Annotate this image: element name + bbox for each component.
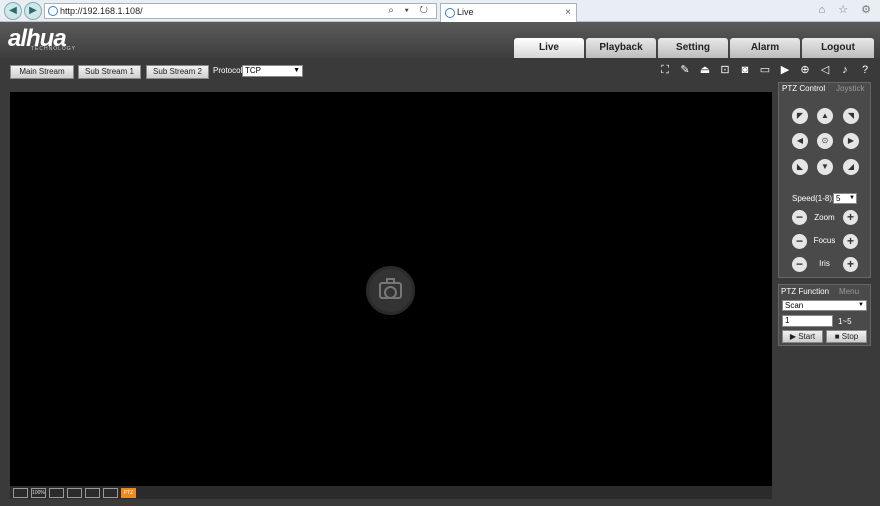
ptz-function-select[interactable]: Scan ▼ (782, 300, 867, 311)
chevron-down-icon: ▼ (293, 67, 300, 74)
tab-joystick[interactable]: Joystick (836, 84, 864, 93)
arrow-up-right-icon[interactable]: ◥ (843, 108, 859, 124)
main-stream-button[interactable]: Main Stream (10, 65, 74, 79)
address-bar[interactable]: http://192.168.1.108/ ⌕ ▾ ↻ (44, 3, 437, 19)
split-screen-icon[interactable] (103, 488, 118, 498)
zoom-plus-button[interactable]: + (843, 210, 858, 225)
tab-logout[interactable]: Logout (802, 38, 874, 58)
forward-icon[interactable]: ▶ (24, 2, 42, 20)
focus-plus-button[interactable]: + (843, 234, 858, 249)
tab-close-icon[interactable]: × (565, 4, 571, 21)
ptz-toggle-icon[interactable]: PTZ (121, 488, 136, 498)
tab-alarm[interactable]: Alarm (730, 38, 800, 58)
tab-setting[interactable]: Setting (658, 38, 728, 58)
protocol-label: Protocol (213, 66, 243, 75)
tab-live[interactable]: Live (514, 38, 584, 58)
arrow-up-left-icon[interactable]: ◤ (792, 108, 808, 124)
stop-button[interactable]: ■ Stop (826, 330, 867, 343)
menu-link[interactable]: Menu (839, 287, 859, 296)
audio-icon[interactable]: ◁ (817, 63, 833, 77)
snapshot-icon[interactable]: ⊡ (717, 63, 733, 77)
browser-bar: ◀ ▶ http://192.168.1.108/ ⌕ ▾ ↻ Live × ⌂… (0, 0, 880, 22)
auto-focus-icon[interactable]: ⊙ (817, 133, 833, 149)
target-icon[interactable]: ⊕ (797, 63, 813, 77)
arrow-right-icon[interactable]: ▶ (843, 133, 859, 149)
chevron-down-icon: ▼ (849, 195, 855, 201)
iris-plus-button[interactable]: + (843, 257, 858, 272)
ptz-control-panel: PTZ Control Joystick ◤ ▲ ◥ ◀ ⊙ ▶ ◣ ▼ ◢ S… (778, 82, 871, 278)
protocol-select[interactable]: TCP ▼ (242, 65, 303, 77)
sub-stream-1-button[interactable]: Sub Stream 1 (78, 65, 141, 79)
globe-icon (48, 6, 58, 16)
protocol-value: TCP (245, 66, 261, 75)
arrow-up-icon[interactable]: ▲ (817, 108, 833, 124)
microphone-icon[interactable]: ♪ (837, 63, 853, 77)
aspect-ratio-icon[interactable] (67, 488, 82, 498)
ptz-tabs: PTZ Control Joystick (779, 83, 870, 95)
tab-ptz-control[interactable]: PTZ Control (782, 84, 825, 93)
card-icon[interactable]: ▭ (757, 63, 773, 77)
alarm-icon[interactable]: ⏏ (697, 63, 713, 77)
toolbar-icons: ⛶ ✎ ⏏ ⊡ ◙ ▭ ▶ ⊕ ◁ ♪ ? (657, 63, 873, 77)
arrow-down-left-icon[interactable]: ◣ (792, 159, 808, 175)
arrow-left-icon[interactable]: ◀ (792, 133, 808, 149)
ptz-function-title: PTZ Function (781, 287, 830, 296)
address-text: http://192.168.1.108/ (60, 6, 143, 16)
video-record-icon[interactable]: ▶ (777, 63, 793, 77)
address-actions-icon[interactable]: ⌕ ▾ ↻ (388, 4, 432, 18)
ptz-function-range: 1~5 (838, 317, 852, 326)
camera-lens (384, 286, 397, 299)
sub-stream-2-button[interactable]: Sub Stream 2 (146, 65, 209, 79)
video-bottom-icons: 100% PTZ (13, 488, 136, 498)
arrow-down-icon[interactable]: ▼ (817, 159, 833, 175)
speed-value: 5 (836, 194, 841, 203)
fit-window-icon[interactable] (49, 488, 64, 498)
logo-subtitle: TECHNOLOGY (31, 46, 77, 52)
ptz-function-input[interactable]: 1 (782, 315, 833, 327)
record-dot-icon[interactable]: ◙ (737, 63, 753, 77)
pen-icon[interactable]: ✎ (677, 63, 693, 77)
tab-playback[interactable]: Playback (586, 38, 656, 58)
back-icon[interactable]: ◀ (4, 2, 22, 20)
home-icon[interactable] (13, 488, 28, 498)
tab-globe-icon (445, 8, 455, 18)
original-size-icon[interactable]: 100% (31, 488, 46, 498)
main-nav: Live Playback Setting Alarm Logout (514, 38, 874, 58)
camera-placeholder-icon (366, 266, 415, 315)
chevron-down-icon: ▼ (858, 302, 864, 308)
app-header: alhua TECHNOLOGY Live Playback Setting A… (0, 22, 880, 58)
start-button[interactable]: ▶ Start (782, 330, 823, 343)
arrow-down-right-icon[interactable]: ◢ (843, 159, 859, 175)
speed-select[interactable]: 5 ▼ (833, 193, 857, 204)
tab-title: Live (457, 7, 474, 17)
help-icon[interactable]: ? (857, 63, 873, 77)
browser-tab[interactable]: Live × (440, 3, 577, 22)
fullscreen-icon[interactable]: ⛶ (657, 63, 673, 77)
ptz-function-value: Scan (785, 301, 804, 310)
zoom-region-icon[interactable] (85, 488, 100, 498)
browser-home-star-gear-icon[interactable]: ⌂ ☆ ⚙ (819, 3, 876, 16)
ptz-function-panel: PTZ Function Menu Scan ▼ 1 1~5 ▶ Start ■… (778, 284, 871, 346)
speed-label: Speed(1-8): (792, 194, 835, 203)
